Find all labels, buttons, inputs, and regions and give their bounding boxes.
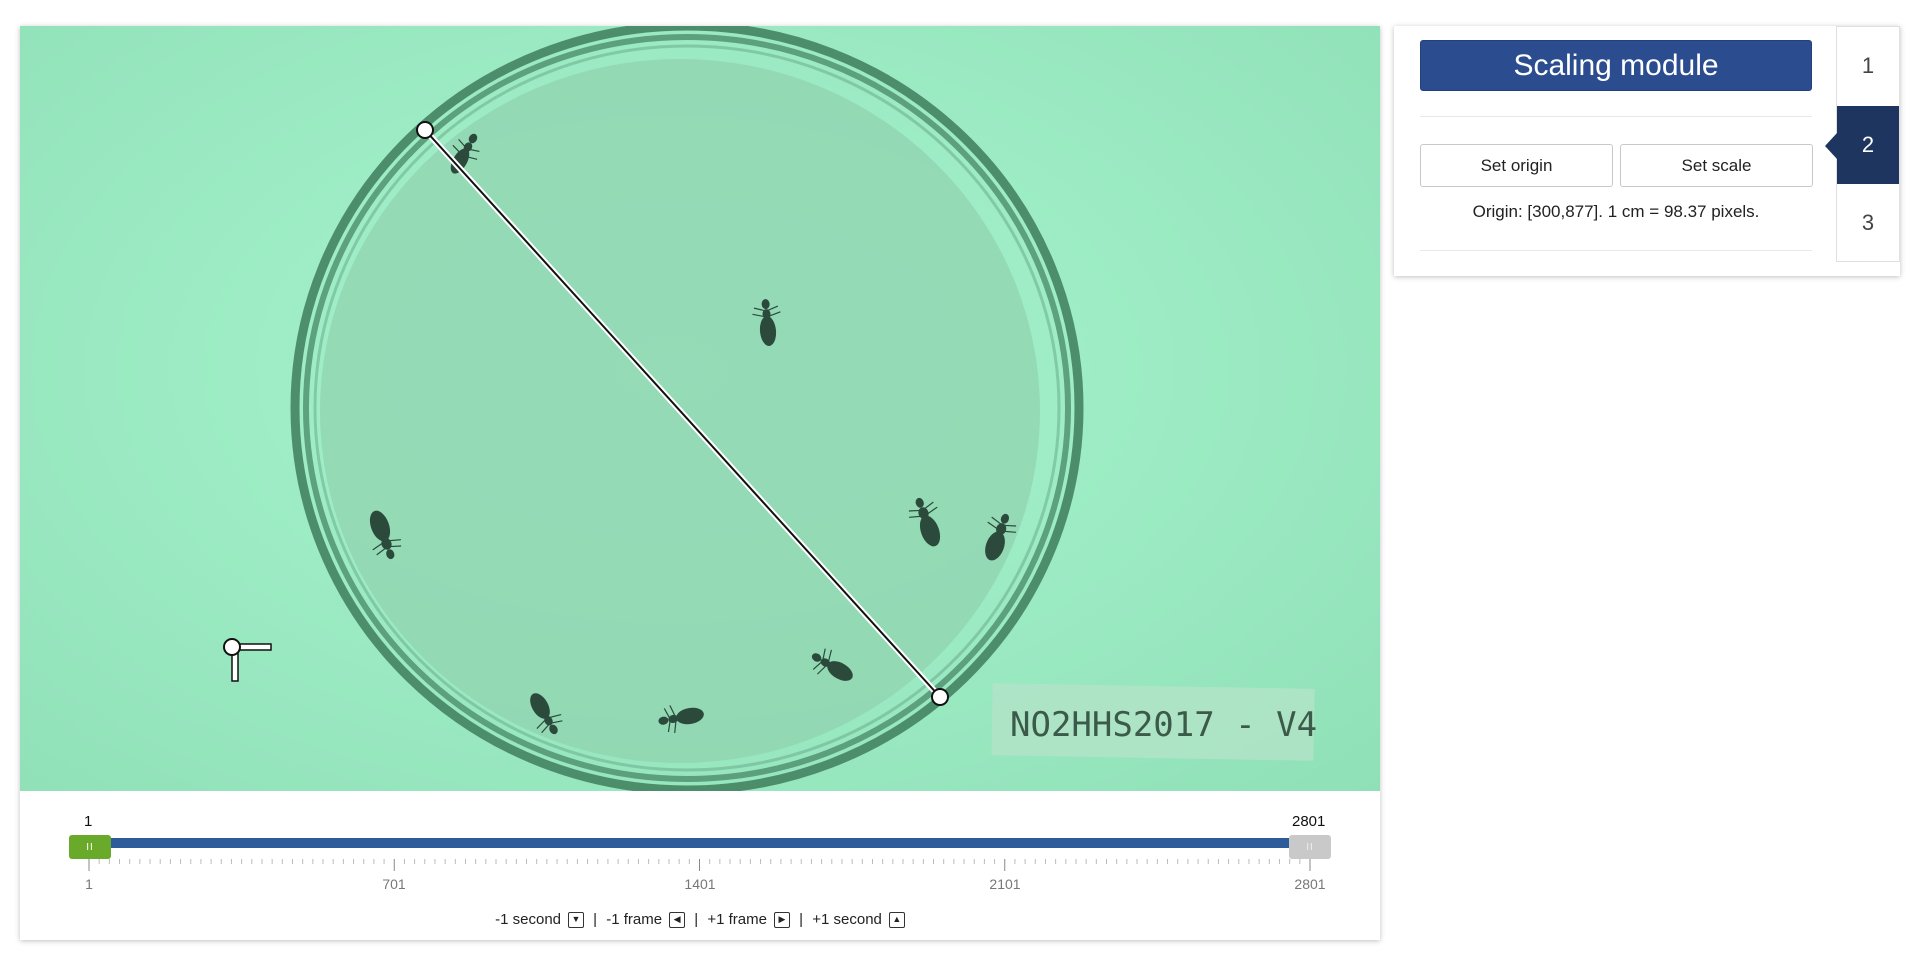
step-tab-2[interactable]: 2 — [1837, 106, 1899, 184]
back-frame-label: -1 frame — [606, 911, 663, 928]
video-frame[interactable]: NO2HHS2017 - V4 — [20, 26, 1380, 791]
range-start-handle[interactable]: II — [69, 835, 111, 859]
divider — [1420, 250, 1812, 251]
specimen-label-text: NO2HHS2017 - V4 — [1010, 705, 1317, 745]
back-second-label: -1 second — [495, 911, 561, 928]
range-slider-track[interactable] — [70, 838, 1330, 848]
tick-label: 2801 — [1294, 876, 1326, 892]
back-frame-control[interactable]: -1 frame ◀ — [606, 911, 686, 928]
step-tab-1[interactable]: 1 — [1837, 27, 1899, 105]
grip-icon: II — [1306, 841, 1314, 853]
specimen-label: NO2HHS2017 - V4 — [991, 683, 1317, 761]
scale-status-text: Origin: [300,877]. 1 cm = 98.37 pixels. — [1472, 202, 1760, 221]
origin-marker[interactable] — [223, 638, 272, 682]
active-step-pointer-icon — [1825, 133, 1837, 159]
step-tab-3[interactable]: 3 — [1837, 184, 1899, 262]
forward-frame-control[interactable]: +1 frame ▶ — [707, 911, 790, 928]
range-max-label: 2801 — [1292, 813, 1326, 830]
range-end-handle[interactable]: II — [1289, 835, 1331, 859]
scale-point-start[interactable] — [416, 121, 434, 139]
forward-second-label: +1 second — [812, 911, 882, 928]
separator: | — [799, 911, 804, 928]
forward-frame-label: +1 frame — [707, 911, 767, 928]
scaling-module-panel: Scaling module Set origin Set scale Orig… — [1394, 26, 1900, 276]
petri-dish — [290, 26, 1084, 791]
video-panel: NO2HHS2017 - V4 1 2801 II II 1 701 1401 … — [20, 26, 1380, 940]
tick-label: 701 — [382, 876, 406, 892]
separator: | — [593, 911, 598, 928]
set-scale-button[interactable]: Set scale — [1620, 144, 1813, 187]
grip-icon: II — [86, 841, 94, 853]
arrow-left-key-icon: ◀ — [669, 911, 686, 928]
timeline: 1 2801 II II 1 701 1401 2101 2801 -1 sec… — [20, 791, 1380, 940]
back-second-control[interactable]: -1 second ▼ — [495, 911, 584, 928]
step-tabs: 1 2 3 — [1825, 26, 1900, 262]
separator: | — [694, 911, 699, 928]
scale-point-end[interactable] — [931, 688, 949, 706]
tick-label: 1 — [85, 876, 93, 892]
module-title: Scaling module — [1420, 40, 1812, 91]
arrow-down-key-icon: ▼ — [568, 911, 584, 928]
frame-controls: -1 second ▼ | -1 frame ◀ | +1 frame ▶ | … — [20, 911, 1380, 928]
forward-second-control[interactable]: +1 second ▲ — [812, 911, 905, 928]
divider — [1420, 116, 1812, 117]
video-canvas[interactable]: NO2HHS2017 - V4 — [20, 26, 1380, 791]
tick-label: 2101 — [989, 876, 1021, 892]
set-origin-button[interactable]: Set origin — [1420, 144, 1613, 187]
arrow-right-key-icon: ▶ — [773, 911, 790, 928]
range-min-label: 1 — [84, 813, 93, 830]
tick-label: 1401 — [684, 876, 716, 892]
arrow-up-key-icon: ▲ — [888, 911, 905, 928]
